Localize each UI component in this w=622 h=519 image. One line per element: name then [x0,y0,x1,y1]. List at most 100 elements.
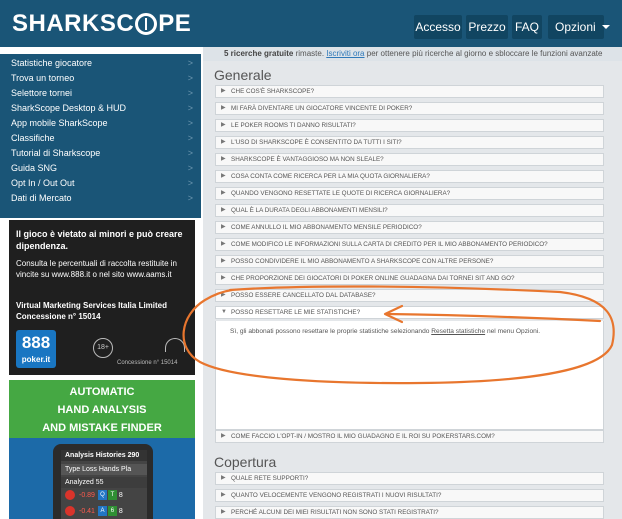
chevron-right-icon: > [187,58,193,68]
chevron-right-icon: > [187,148,193,158]
sidebar-item-label: Guida SNG [11,163,58,173]
faq-question: QUANDO VENGONO RESETTATE LE QUOTE DI RIC… [231,190,451,197]
faq-item[interactable]: ▶ L'USO DI SHARKSCOPE È CONSENTITO DA TUT… [215,136,604,149]
faq-item[interactable]: ▶ SHARKSCOPE È VANTAGGIOSO MA NON SLEALE? [215,153,604,166]
card-icon: T [107,490,117,501]
nav-opzioni-button[interactable]: Opzioni [548,15,610,39]
players-value: 8 [118,508,123,515]
faq-item[interactable]: ▶ POSSO CONDIVIDERE IL MIO ABBONAMENTO A … [215,255,604,268]
chevron-right-icon: > [187,163,193,173]
sidebar-item-classifiche[interactable]: Classifiche > [0,131,201,146]
sidebar-item-statistiche-giocatore[interactable]: Statistiche giocatore > [0,56,201,71]
faq-item[interactable]: ▶ QUANDO VENGONO RESETTATE LE QUOTE DI RI… [215,187,604,200]
faq-item[interactable]: ▶ COME ANNULLO IL MIO ABBONAMENTO MENSILE… [215,221,604,234]
faq-item-open[interactable]: ▼ POSSO RESETTARE LE MIE STATISTICHE? [215,306,604,319]
faq-question: CHE COS'È SHARKSCOPE? [231,88,315,95]
sidebar-item-opt-in-out[interactable]: Opt In / Out Out > [0,176,201,191]
triangle-right-icon: ▶ [221,207,226,213]
sidebar-item-selettore-tornei[interactable]: Selettore tornei > [0,86,201,101]
sidebar-item-label: Statistiche giocatore [11,58,93,68]
faq-question: CHE PROPORZIONE DEI GIOCATORI DI POKER O… [231,275,515,282]
faq-question: QUANTO VELOCEMENTE VENGONO REGISTRATI I … [231,492,442,499]
screen-column-header: Type Loss Hands Pla [61,464,147,475]
sidebar-item-label: SharkScope Desktop & HUD [11,103,127,113]
sidebar-item-desktop-hud[interactable]: SharkScope Desktop & HUD > [0,101,201,116]
nav-faq-button[interactable]: FAQ [512,15,542,39]
sidebar-item-dati-mercato[interactable]: Dati di Mercato > [0,191,201,206]
caret-down-icon [601,25,610,29]
triangle-right-icon: ▶ [221,241,226,247]
triangle-right-icon: ▶ [221,275,226,281]
triangle-right-icon: ▶ [221,190,226,196]
logo-888-text: 888 [21,333,51,352]
nav-opzioni-label: Opzioni [555,20,596,34]
fold-icon [65,490,75,501]
faq-question: POSSO RESETTARE LE MIE STATISTICHE? [231,309,361,316]
screen-hand-row: -0.89 Q T 8 [61,490,147,501]
faq-item[interactable]: ▶ QUANTO VELOCEMENTE VENGONO REGISTRATI I… [215,489,604,502]
faq-item[interactable]: ▶ COME FACCIO L'OPT-IN / MOSTRO IL MIO GU… [215,430,604,443]
ad-concessionaire-text: Virtual Marketing Services Italia Limite… [16,301,168,321]
ad-headline-3: AND MISTAKE FINDER [42,422,162,434]
chevron-right-icon: > [187,193,193,203]
sidebar-menu: Statistiche giocatore > Trova un torneo > … [0,54,201,218]
faq-question: COME FACCIO L'OPT-IN / MOSTRO IL MIO GUA… [231,433,495,440]
sharkscope-logo[interactable]: SHARKSC PE [12,9,191,39]
sidebar-item-label: App mobile SharkScope [11,118,108,128]
answer-text-end: nel menu Opzioni. [485,328,541,335]
age-18-icon: 18+ [93,338,113,358]
triangle-right-icon: ▶ [221,475,226,481]
chevron-right-icon: > [187,178,193,188]
faq-item[interactable]: ▶ QUALE RETE SUPPORTI? [215,472,604,485]
triangle-right-icon: ▶ [221,292,226,298]
resetta-statistiche-link[interactable]: Resetta statistiche [431,328,485,335]
gauge-icon [165,338,185,352]
ad-concessione-label: Concessione n° 15014 [117,360,178,366]
faq-answer-panel: Sì, gli abbonati possono resettare le pr… [215,321,604,430]
faq-item[interactable]: ▶ QUAL È LA DURATA DEGLI ABBONAMENTI MENS… [215,204,604,217]
crosshair-icon [135,13,158,35]
faq-question: SHARKSCOPE È VANTAGGIOSO MA NON SLEALE? [231,156,384,163]
nav-prezzo-button[interactable]: Prezzo [466,15,508,39]
faq-item[interactable]: ▶ CHE PROPORZIONE DEI GIOCATORI DI POKER … [215,272,604,285]
faq-answer-text: Sì, gli abbonati possono resettare le pr… [230,328,600,335]
faq-item[interactable]: ▶ CHE COS'È SHARKSCOPE? [215,85,604,98]
chevron-right-icon: > [187,118,193,128]
sidebar-item-label: Tutorial di Sharkscope [11,148,101,158]
faq-item[interactable]: ▶ POSSO ESSERE CANCELLATO DAL DATABASE? [215,289,604,302]
nav-accesso-button[interactable]: Accesso [414,15,462,39]
faq-question: QUAL È LA DURATA DEGLI ABBONAMENTI MENSI… [231,207,388,214]
ad-888-poker[interactable]: Il gioco è vietato ai minori e può crear… [9,220,195,375]
faq-item[interactable]: ▶ PERCHÉ ALCUNI DEI MIEI RISULTATI NON SO… [215,506,604,519]
triangle-down-icon: ▼ [221,309,227,315]
faq-content: Generale ▶ CHE COS'È SHARKSCOPE? ▶ MI FARÀ… [203,61,622,519]
triangle-right-icon: ▶ [221,105,226,111]
sidebar-item-app-mobile[interactable]: App mobile SharkScope > [0,116,201,131]
sidebar-item-guida-sng[interactable]: Guida SNG > [0,161,201,176]
faq-item[interactable]: ▶ LE POKER ROOMS TI DANNO RISULTATI? [215,119,604,132]
faq-question: POSSO ESSERE CANCELLATO DAL DATABASE? [231,292,376,299]
logo-poker-it-text: poker.it [21,355,51,364]
triangle-right-icon: ▶ [221,139,226,145]
sidebar-item-tutorial[interactable]: Tutorial di Sharkscope > [0,146,201,161]
triangle-right-icon: ▶ [221,492,226,498]
screen-analyzed-row: Analyzed 55 [61,477,147,488]
triangle-right-icon: ▶ [221,224,226,230]
888-poker-logo: 888 poker.it [16,330,56,368]
faq-item[interactable]: ▶ COME MODIFICO LE INFORMAZIONI SULLA CAR… [215,238,604,251]
loss-value: -0.41 [79,508,95,515]
triangle-right-icon: ▶ [221,173,226,179]
signup-link[interactable]: Iscriviti ora [326,49,364,58]
ad-headline-1: AUTOMATIC [69,386,135,398]
card-icon: A [97,506,107,517]
sidebar-item-trova-torneo[interactable]: Trova un torneo > [0,71,201,86]
faq-question: QUALE RETE SUPPORTI? [231,475,309,482]
ad-hand-analysis[interactable]: AUTOMATIC HAND ANALYSIS AND MISTAKE FIND… [9,380,195,519]
triangle-right-icon: ▶ [221,258,226,264]
section-title-generale: Generale [214,67,272,83]
faq-item[interactable]: ▶ MI FARÀ DIVENTARE UN GIOCATORE VINCENTE… [215,102,604,115]
ad-percentuali-text: Consulta le percentuali di raccolta rest… [16,259,177,279]
faq-question: COSA CONTA COME RICERCA PER LA MIA QUOTA… [231,173,430,180]
faq-item[interactable]: ▶ COSA CONTA COME RICERCA PER LA MIA QUOT… [215,170,604,183]
phone-screen: Analysis Histories 290 Type Loss Hands P… [61,450,147,519]
